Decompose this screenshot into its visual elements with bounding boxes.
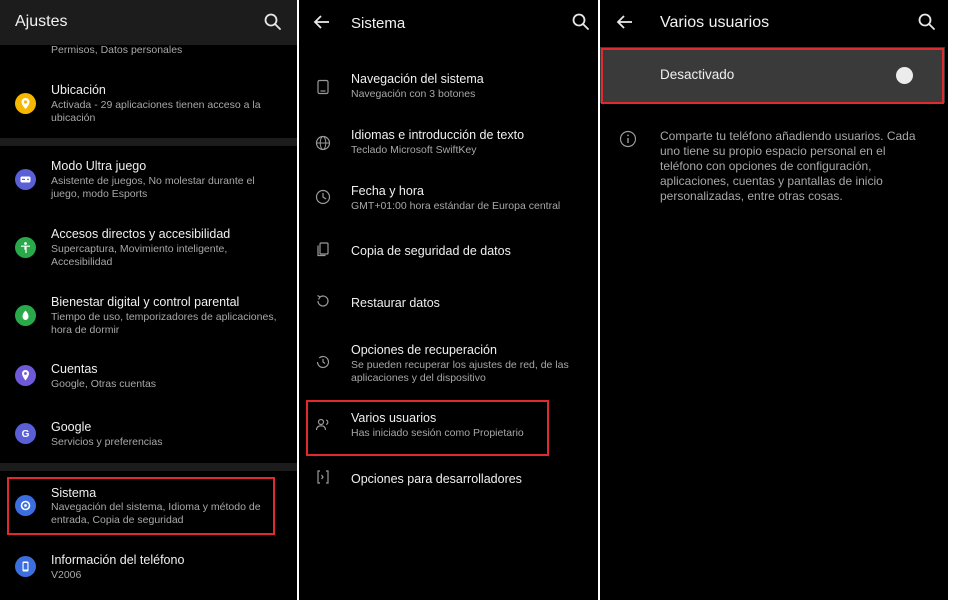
clock-icon (315, 189, 331, 205)
google-icon: G (15, 423, 36, 444)
item-title: Navegación del sistema (351, 72, 484, 86)
varios-usuarios-screen: Varios usuarios Desactivado Comparte tu … (600, 0, 948, 600)
ajustes-header: Ajustes (0, 0, 297, 45)
sistema-screen: Sistema Navegación del sistema Navegació… (299, 0, 598, 600)
back-arrow-icon[interactable] (312, 12, 332, 32)
sistema-item-copia-seguridad[interactable]: Copia de seguridad de datos (299, 240, 598, 264)
item-subtitle: Servicios y preferencias (51, 436, 163, 448)
developer-icon (315, 469, 331, 485)
sistema-item-restaurar[interactable]: Restaurar datos (299, 292, 598, 316)
item-title: Bienestar digital y control parental (51, 295, 240, 309)
history-icon (315, 354, 331, 370)
highlight-box-sistema (7, 477, 275, 535)
item-subtitle: V2006 (51, 569, 82, 581)
settings-item-modo-ultra-juego[interactable]: Modo Ultra juego Asistente de juegos, No… (0, 156, 297, 206)
back-arrow-icon[interactable] (615, 12, 635, 32)
item-title: Ubicación (51, 83, 106, 97)
item-title: Modo Ultra juego (51, 159, 147, 173)
backup-icon (315, 241, 331, 257)
restore-icon (315, 293, 331, 309)
settings-item-informacion-telefono[interactable]: Información del teléfono V2006 (0, 551, 297, 591)
ajustes-screen: Ajustes Permisos, Datos personales Ubica… (0, 0, 297, 600)
phone-info-icon (15, 556, 36, 577)
item-subtitle: Se pueden recuperar los ajustes de red, … (351, 359, 569, 384)
item-subtitle: Google, Otras cuentas (51, 378, 157, 390)
section-divider (0, 463, 297, 471)
settings-item-cuentas[interactable]: Cuentas Google, Otras cuentas (0, 360, 297, 400)
search-icon[interactable] (917, 12, 937, 32)
navigation-icon (315, 79, 331, 95)
sistema-item-idiomas[interactable]: Idiomas e introducción de texto Teclado … (299, 126, 598, 162)
item-title: Google (51, 420, 92, 434)
item-title: Restaurar datos (351, 296, 440, 310)
item-subtitle: Teclado Microsoft SwiftKey (351, 144, 477, 156)
item-title: Opciones para desarrolladores (351, 472, 522, 486)
item-subtitle: Activada - 29 aplicaciones tienen acceso… (51, 99, 261, 124)
item-title: Información del teléfono (51, 553, 185, 567)
section-divider (0, 138, 297, 146)
item-subtitle: Tiempo de uso, temporizadores de aplicac… (51, 311, 277, 336)
item-title: Fecha y hora (351, 184, 424, 198)
item-subtitle: GMT+01:00 hora estándar de Europa centra… (351, 200, 561, 212)
item-title: Idiomas e introducción de texto (351, 128, 525, 142)
settings-item-ubicacion[interactable]: Ubicación Activada - 29 aplicaciones tie… (0, 80, 297, 130)
svg-text:G: G (22, 429, 30, 440)
globe-icon (315, 135, 331, 151)
search-icon[interactable] (571, 12, 591, 32)
account-icon (15, 365, 36, 386)
accessibility-icon (15, 237, 36, 258)
item-subtitle: Supercaptura, Movimiento inteligente, Ac… (51, 243, 228, 268)
page-title: Varios usuarios (660, 14, 770, 31)
highlight-box-toggle (601, 48, 944, 104)
sistema-item-recuperacion[interactable]: Opciones de recuperación Se pueden recup… (299, 341, 598, 387)
wellbeing-icon (15, 305, 36, 326)
page-title: Sistema (351, 15, 406, 32)
sistema-item-desarrolladores[interactable]: Opciones para desarrolladores (299, 468, 598, 492)
sistema-header: Sistema (299, 0, 598, 45)
varios-usuarios-header: Varios usuarios (600, 0, 948, 45)
sistema-item-fecha-hora[interactable]: Fecha y hora GMT+01:00 hora estándar de … (299, 182, 598, 218)
info-description: Comparte tu teléfono añadiendo usuarios.… (660, 129, 916, 203)
info-icon (619, 130, 637, 148)
settings-item-accesos-directos[interactable]: Accesos directos y accesibilidad Superca… (0, 224, 297, 274)
item-title: Copia de seguridad de datos (351, 244, 511, 258)
gamepad-icon (15, 169, 36, 190)
search-icon[interactable] (263, 12, 283, 32)
item-title: Opciones de recuperación (351, 343, 497, 357)
item-title: Accesos directos y accesibilidad (51, 227, 231, 241)
highlight-box-varios-usuarios (306, 400, 549, 456)
privacy-partial-subtitle: Permisos, Datos personales (51, 44, 183, 56)
item-subtitle: Navegación con 3 botones (351, 88, 476, 100)
location-icon (15, 93, 36, 114)
settings-item-bienestar-digital[interactable]: Bienestar digital y control parental Tie… (0, 292, 297, 342)
sistema-item-navegacion[interactable]: Navegación del sistema Navegación con 3 … (299, 70, 598, 106)
item-title: Cuentas (51, 362, 98, 376)
item-subtitle: Asistente de juegos, No molestar durante… (51, 175, 255, 200)
settings-item-google[interactable]: G Google Servicios y preferencias (0, 418, 297, 458)
page-title: Ajustes (15, 13, 68, 30)
